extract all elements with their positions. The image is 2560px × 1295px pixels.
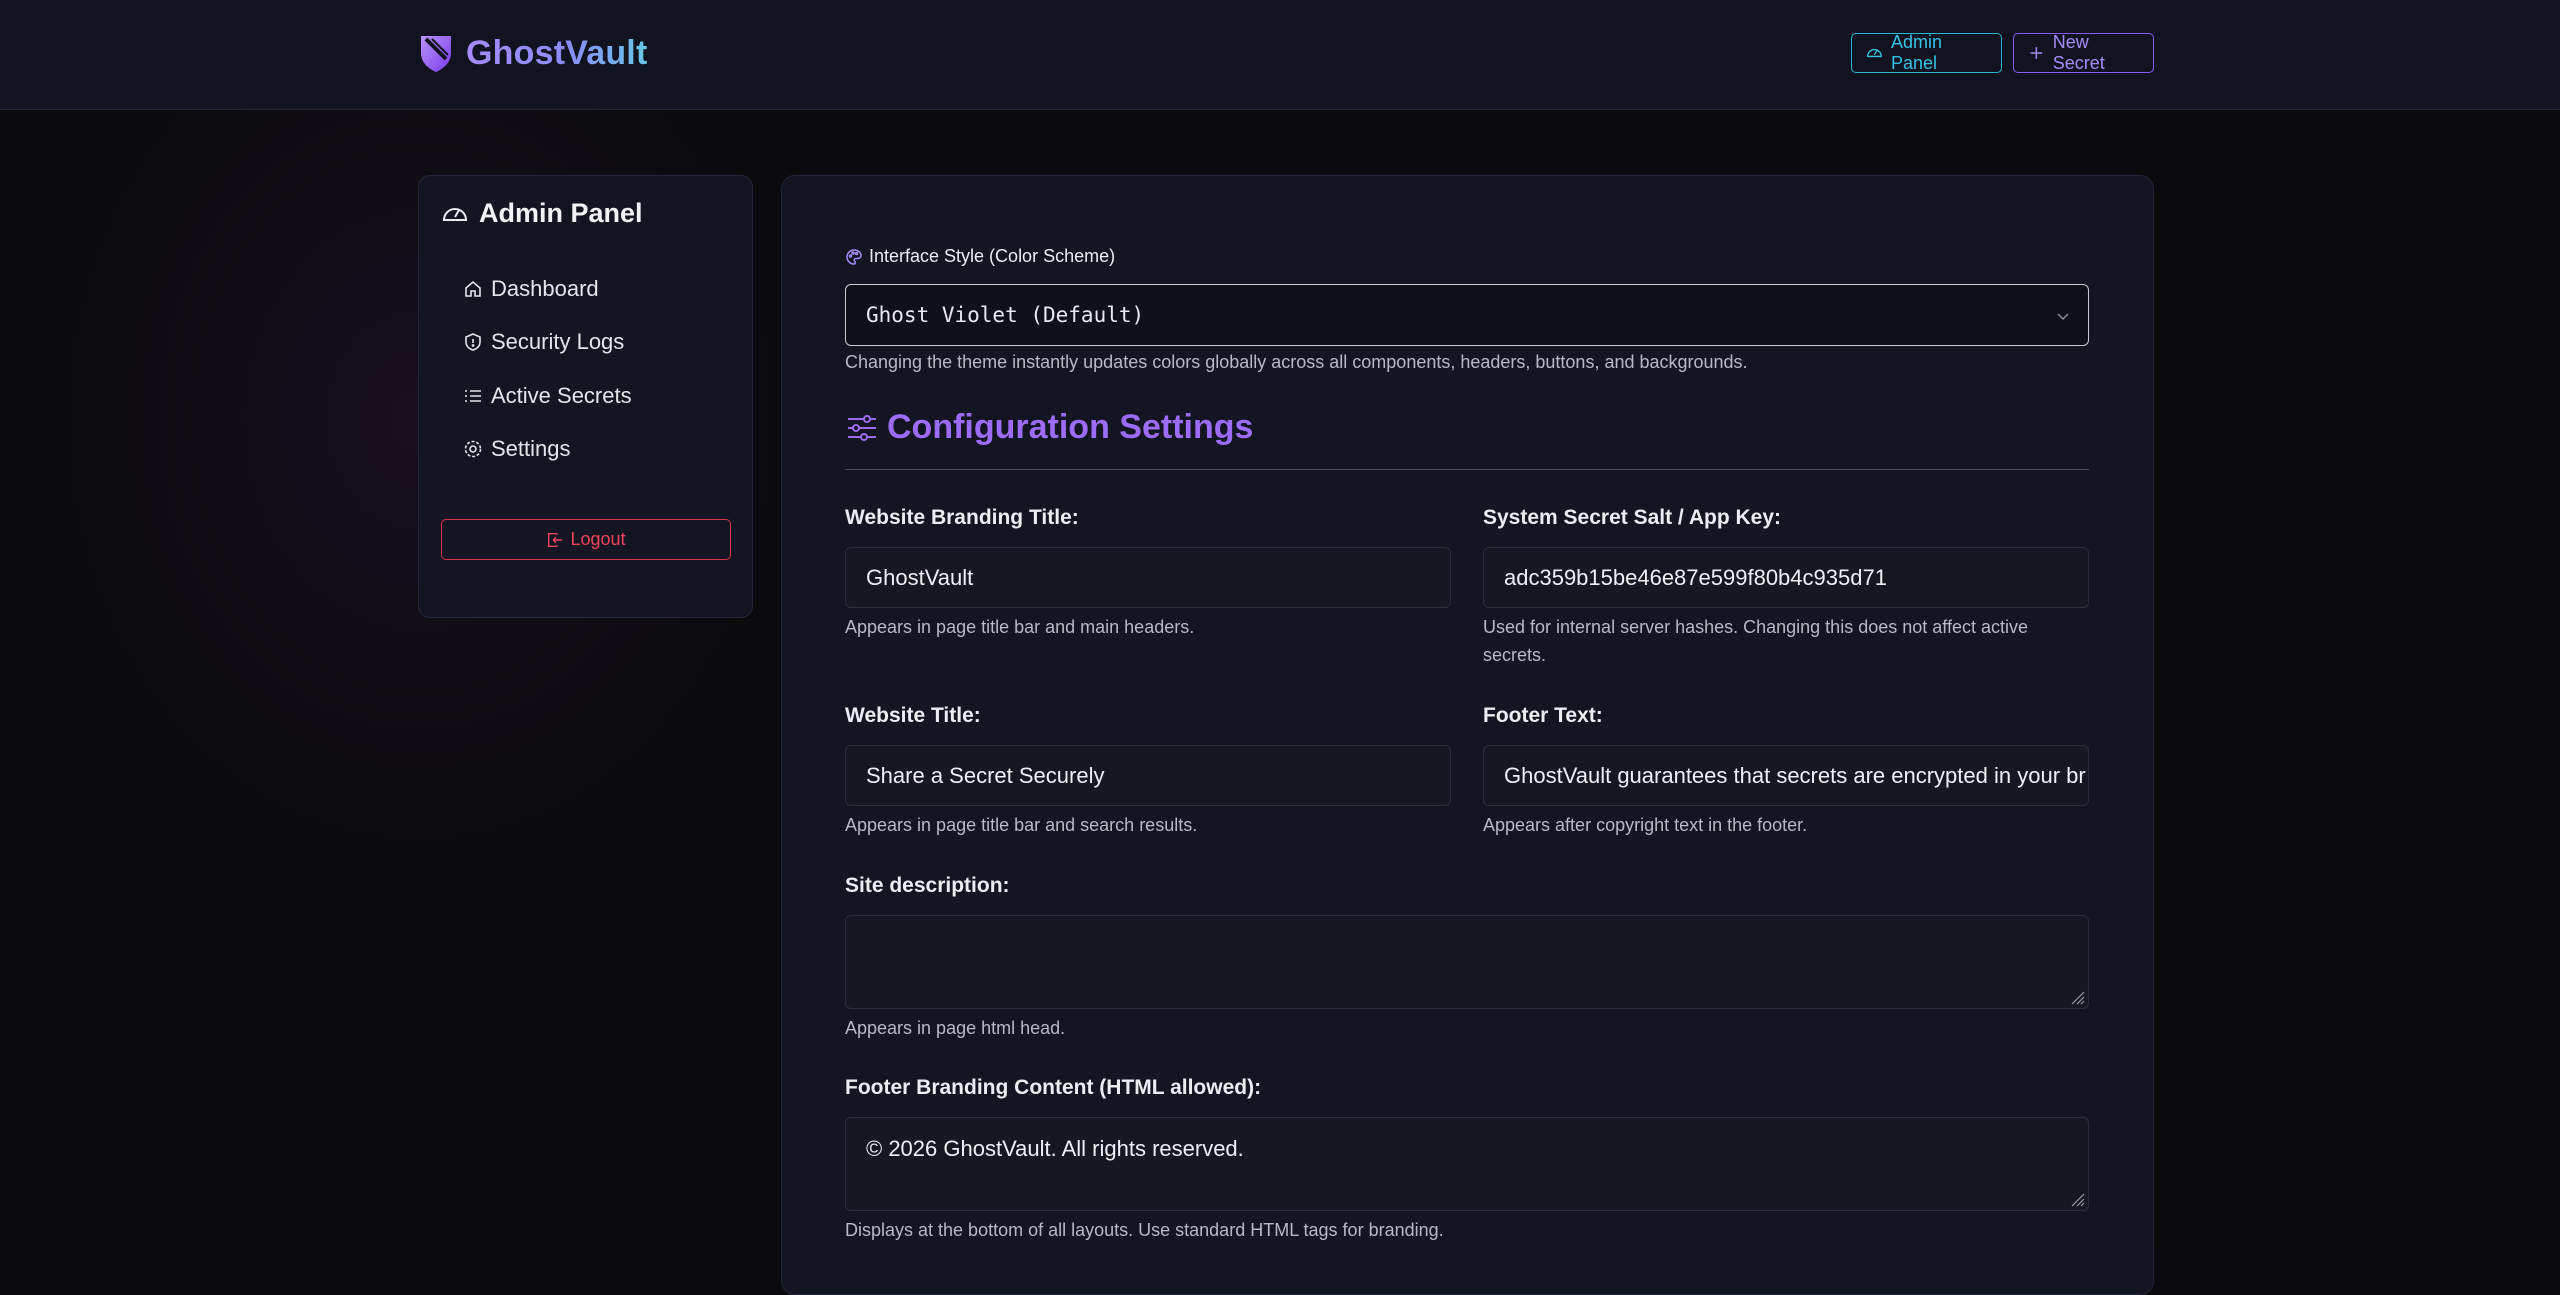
section-divider bbox=[845, 469, 2089, 470]
gear-icon bbox=[464, 440, 482, 458]
footer-text-input[interactable]: GhostVault guarantees that secrets are e… bbox=[1483, 745, 2089, 806]
app-key-label: System Secret Salt / App Key: bbox=[1483, 506, 1781, 529]
footer-branding-textarea[interactable]: © 2026 GhostVault. All rights reserved. bbox=[845, 1117, 2089, 1211]
app-key-help: Used for internal server hashes. Changin… bbox=[1483, 617, 2028, 665]
sidebar-item-active-secrets[interactable]: Active Secrets bbox=[463, 378, 632, 414]
palette-icon bbox=[846, 248, 862, 265]
logout-icon bbox=[548, 532, 563, 547]
footer-branding-value: © 2026 GhostVault. All rights reserved. bbox=[866, 1136, 1244, 1161]
color-scheme-select[interactable]: Ghost Violet (Default) bbox=[845, 284, 2089, 346]
sliders-icon bbox=[848, 414, 876, 441]
sidebar-title: Admin Panel bbox=[441, 198, 643, 229]
new-secret-button[interactable]: New Secret bbox=[2013, 32, 2154, 73]
top-navbar: GhostVault Admin Panel New Secret bbox=[0, 0, 2560, 110]
resize-grip-icon[interactable] bbox=[2068, 988, 2086, 1006]
admin-sidebar: Admin Panel Dashboard Security Logs Acti… bbox=[418, 175, 753, 618]
sidebar-item-dashboard[interactable]: Dashboard bbox=[463, 271, 599, 307]
footer-text-help: Appears after copyright text in the foot… bbox=[1483, 815, 1808, 835]
logout-button[interactable]: Logout bbox=[441, 519, 731, 560]
chevron-down-icon bbox=[2057, 313, 2069, 321]
sidebar-item-label: Active Secrets bbox=[491, 383, 632, 408]
new-secret-label: New Secret bbox=[2052, 32, 2105, 73]
speedometer-icon bbox=[442, 207, 468, 221]
sidebar-item-label: Settings bbox=[491, 436, 571, 461]
footer-branding-help: Displays at the bottom of all layouts. U… bbox=[845, 1220, 1444, 1240]
branding-title-input[interactable]: GhostVault bbox=[845, 547, 1451, 608]
website-title-input[interactable]: Share a Secret Securely bbox=[845, 745, 1451, 806]
branding-title-label: Website Branding Title: bbox=[845, 506, 1079, 529]
site-description-help: Appears in page html head. bbox=[845, 1018, 1066, 1038]
branding-title-help: Appears in page title bar and main heade… bbox=[845, 617, 1195, 637]
footer-branding-label: Footer Branding Content (HTML allowed): bbox=[845, 1076, 1262, 1099]
shield-icon bbox=[465, 333, 481, 351]
resize-grip-icon[interactable] bbox=[2068, 1190, 2086, 1208]
settings-panel: Interface Style (Color Scheme) Ghost Vio… bbox=[781, 175, 2154, 1295]
plus-icon bbox=[2030, 47, 2043, 59]
list-icon bbox=[465, 390, 481, 402]
admin-panel-button[interactable]: Admin Panel bbox=[1851, 32, 2002, 73]
theme-help-text: Changing the theme instantly updates col… bbox=[845, 352, 1748, 372]
site-description-label: Site description: bbox=[845, 874, 1010, 897]
site-description-textarea[interactable] bbox=[845, 915, 2089, 1009]
footer-text-label: Footer Text: bbox=[1483, 704, 1603, 727]
app-key-input[interactable]: adc359b15be46e87e599f80b4c935d71 bbox=[1483, 547, 2089, 608]
sidebar-item-settings[interactable]: Settings bbox=[463, 431, 571, 467]
theme-label: Interface Style (Color Scheme) bbox=[845, 246, 1115, 267]
home-icon bbox=[465, 280, 481, 297]
website-title-help: Appears in page title bar and search res… bbox=[845, 815, 1198, 835]
configuration-settings-heading: Configuration Settings bbox=[845, 408, 1253, 447]
ghost-shield-logo-icon bbox=[421, 36, 451, 72]
brand[interactable]: GhostVault bbox=[418, 30, 647, 76]
sidebar-item-security-logs[interactable]: Security Logs bbox=[463, 324, 624, 360]
admin-panel-label: Admin Panel bbox=[1890, 32, 1942, 73]
sidebar-item-label: Dashboard bbox=[491, 276, 599, 301]
color-scheme-value: Ghost Violet (Default) bbox=[866, 303, 1145, 327]
brand-name: GhostVault bbox=[466, 33, 648, 72]
sidebar-item-label: Security Logs bbox=[491, 329, 625, 354]
website-title-label: Website Title: bbox=[845, 704, 981, 727]
speedometer-icon bbox=[1867, 48, 1882, 58]
